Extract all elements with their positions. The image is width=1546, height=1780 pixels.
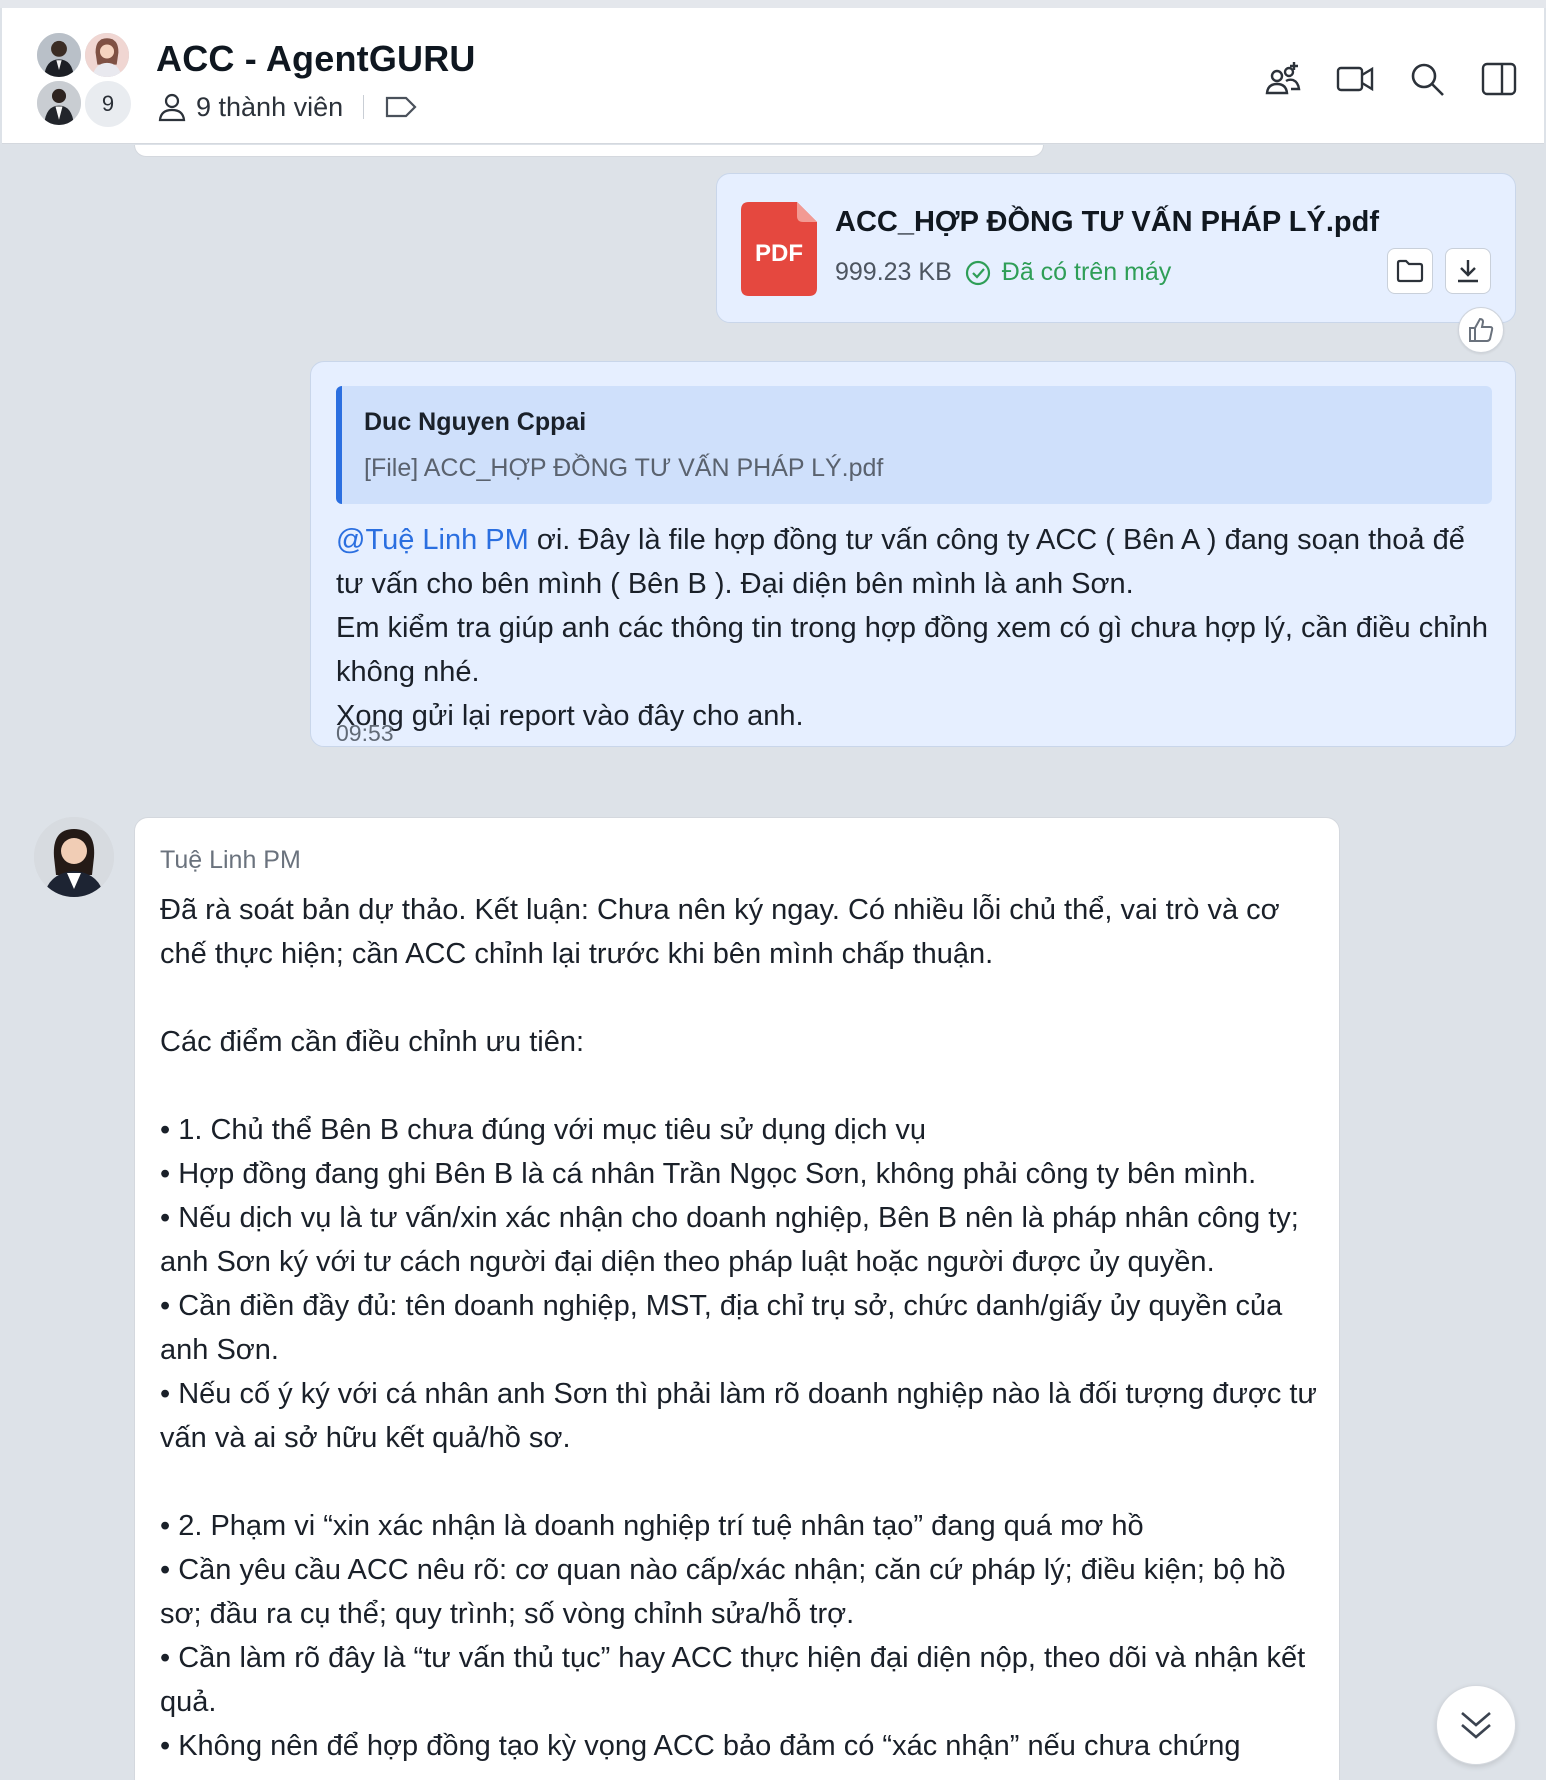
search-button[interactable]	[1408, 60, 1446, 98]
previous-message-bubble	[134, 145, 1044, 157]
reply-text: Đã rà soát bản dự thảo. Kết luận: Chưa n…	[160, 888, 1325, 1768]
member-info: 9 thành viên	[156, 90, 418, 124]
video-call-icon	[1336, 66, 1374, 92]
reply-line: • Không nên để hợp đồng tạo kỳ vọng ACC …	[160, 1730, 1241, 1762]
member-avatar	[34, 30, 84, 80]
check-circle-icon	[965, 260, 990, 285]
reply-line	[160, 1064, 1325, 1108]
sidebar-toggle-icon	[1481, 62, 1517, 96]
reply-line: Các điểm cần điều chỉnh ưu tiên:	[160, 1026, 585, 1058]
open-folder-button[interactable]	[1387, 248, 1433, 294]
file-actions	[1387, 248, 1491, 294]
file-size: 999.23 KB	[835, 258, 952, 286]
quoted-message[interactable]: Duc Nguyen Cppai [File] ACC_HỢP ĐỒNG TƯ …	[336, 386, 1492, 504]
message-text: @Tuệ Linh PM ơi. Đây là file hợp đồng tư…	[336, 518, 1496, 738]
reply-line: Đã rà soát bản dự thảo. Kết luận: Chưa n…	[160, 894, 1280, 970]
divider	[363, 95, 365, 119]
svg-text:PDF: PDF	[755, 240, 803, 267]
member-count-text[interactable]: 9 thành viên	[196, 92, 343, 123]
pdf-file-icon: PDF	[741, 202, 817, 296]
sender-avatar[interactable]	[34, 817, 114, 897]
reply-line	[160, 1460, 1325, 1504]
reply-line: • Nếu cố ý ký với cá nhân anh Sơn thì ph…	[160, 1378, 1317, 1454]
reply-line: • 2. Phạm vi “xin xác nhận là doanh nghi…	[160, 1510, 1144, 1542]
reply-line: • Hợp đồng đang ghi Bên B là cá nhân Trầ…	[160, 1158, 1257, 1190]
thumbs-up-icon	[1469, 317, 1494, 342]
double-chevron-down-icon	[1461, 1712, 1491, 1739]
quote-author: Duc Nguyen Cppai	[364, 408, 587, 436]
chat-header: 9 ACC - AgentGURU 9 thành viên	[2, 8, 1544, 144]
person-icon	[158, 93, 186, 122]
add-member-icon	[1265, 62, 1301, 95]
chat-area[interactable]: PDF ACC_HỢP ĐỒNG TƯ VẤN PHÁP LÝ.pdf 999.…	[0, 145, 1546, 1780]
file-message[interactable]: PDF ACC_HỢP ĐỒNG TƯ VẤN PHÁP LÝ.pdf 999.…	[716, 173, 1516, 323]
scroll-to-bottom-button[interactable]	[1436, 1685, 1516, 1765]
search-icon	[1411, 63, 1444, 96]
group-avatar[interactable]: 9	[34, 30, 134, 130]
member-avatar	[82, 30, 132, 80]
folder-icon	[1396, 259, 1424, 283]
outgoing-message[interactable]: Duc Nguyen Cppai [File] ACC_HỢP ĐỒNG TƯ …	[310, 361, 1516, 747]
file-name[interactable]: ACC_HỢP ĐỒNG TƯ VẤN PHÁP LÝ.pdf	[835, 206, 1379, 239]
reply-line: • Nếu dịch vụ là tư vấn/xin xác nhận cho…	[160, 1202, 1299, 1278]
message-line: Xong gửi lại report vào đây cho anh.	[336, 700, 804, 732]
incoming-message[interactable]: Tuệ Linh PM Đã rà soát bản dự thảo. Kết …	[134, 817, 1340, 1780]
message-time: 09:53	[336, 720, 394, 746]
add-member-button[interactable]	[1264, 60, 1302, 98]
sender-name[interactable]: Tuệ Linh PM	[160, 846, 301, 875]
video-call-button[interactable]	[1336, 60, 1374, 98]
react-like-button[interactable]	[1458, 307, 1504, 353]
member-avatar	[34, 78, 84, 128]
reply-line: • 1. Chủ thể Bên B chưa đúng với mục tiê…	[160, 1114, 927, 1146]
sidebar-toggle-button[interactable]	[1480, 60, 1518, 98]
download-icon	[1458, 260, 1478, 283]
download-button[interactable]	[1445, 248, 1491, 294]
file-meta: 999.23 KB Đã có trên máy	[835, 258, 1171, 287]
window-top-strip	[0, 0, 1546, 8]
group-title: ACC - AgentGURU	[156, 38, 476, 79]
quote-text: [File] ACC_HỢP ĐỒNG TƯ VẤN PHÁP LÝ.pdf	[364, 454, 884, 482]
reply-line: • Cần điền đầy đủ: tên doanh nghiệp, MST…	[160, 1290, 1283, 1366]
mention-link[interactable]: @Tuệ Linh PM	[336, 524, 529, 556]
tag-icon[interactable]	[384, 93, 418, 121]
message-line: Em kiểm tra giúp anh các thông tin trong…	[336, 612, 1489, 688]
header-actions	[1264, 60, 1518, 98]
reply-line: • Cần yêu cầu ACC nêu rõ: cơ quan nào cấ…	[160, 1554, 1286, 1630]
member-count-badge: 9	[82, 78, 134, 130]
reply-line: • Cần làm rõ đây là “tư vấn thủ tục” hay…	[160, 1642, 1306, 1718]
reply-line	[160, 976, 1325, 1020]
file-saved-status: Đã có trên máy	[1001, 258, 1172, 286]
